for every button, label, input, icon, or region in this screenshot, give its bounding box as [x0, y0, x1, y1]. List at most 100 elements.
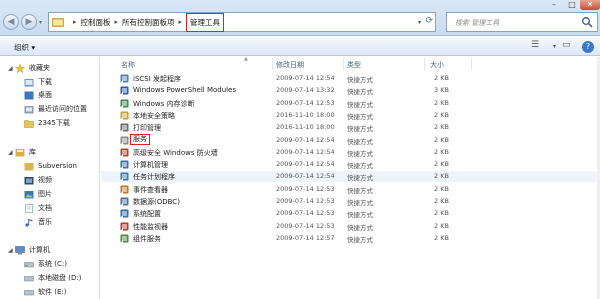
- recent-places-icon: [24, 105, 34, 114]
- change-view-icon[interactable]: ☰: [531, 40, 539, 50]
- sidebar-item-drive-c[interactable]: 系统 (C:): [24, 258, 67, 270]
- file-row[interactable]: 事件查看器 2009-07-14 12:53 快捷方式 2 KB: [101, 184, 600, 195]
- column-size[interactable]: 大小: [430, 60, 444, 70]
- control-panel-icon: [52, 18, 64, 27]
- sidebar-item-2345[interactable]: 2345下载: [24, 117, 70, 129]
- column-date[interactable]: 修改日期: [276, 60, 304, 70]
- file-name: 计算机管理: [133, 161, 168, 170]
- minimize-button[interactable]: –: [545, 0, 563, 10]
- sidebar-item-drive-e[interactable]: 软件 (E:): [24, 286, 66, 298]
- file-row[interactable]: 数据源(ODBC) 2009-07-14 12:53 快捷方式 2 KB: [101, 196, 600, 207]
- file-size: 2 KB: [434, 172, 449, 181]
- column-divider[interactable]: [343, 58, 344, 70]
- view-dropdown-icon[interactable]: ▾: [553, 43, 556, 50]
- file-row[interactable]: Windows 内存诊断 2009-07-14 12:53 快捷方式 2 KB: [101, 98, 600, 109]
- column-divider[interactable]: [272, 58, 273, 70]
- address-bar-area: – □ ✕ ◀ ▶ ▾ ▸ 控制面板 ▸ 所有控制面板项 ▸ 管理工具 ▾ ⟳ …: [0, 0, 600, 36]
- file-date: 2016-11-10 18:00: [276, 123, 335, 132]
- breadcrumb-separator[interactable]: ▸: [115, 18, 119, 26]
- search-input[interactable]: 搜索 管理工具: [446, 12, 598, 32]
- file-size: 2 KB: [434, 221, 449, 230]
- expand-arrow-icon[interactable]: ◢: [8, 149, 13, 156]
- search-icon[interactable]: [581, 16, 593, 28]
- file-name: 服务: [130, 133, 150, 145]
- drive-icon: [24, 288, 34, 297]
- help-icon[interactable]: ?: [582, 41, 594, 53]
- sidebar-item-documents[interactable]: 文档: [24, 202, 52, 214]
- memory-diagnostic-icon: [120, 99, 129, 108]
- file-name: Windows PowerShell Modules: [133, 86, 237, 95]
- sidebar-item-subversion[interactable]: Subversion: [24, 160, 77, 172]
- file-date: 2009-07-14 12:54: [276, 160, 335, 169]
- sidebar-item-music[interactable]: 音乐: [24, 216, 52, 228]
- file-row[interactable]: Windows PowerShell Modules 2009-07-14 13:…: [101, 85, 600, 96]
- file-row[interactable]: 计算机管理 2009-07-14 12:54 快捷方式 2 KB: [101, 159, 600, 170]
- address-bar[interactable]: ▸ 控制面板 ▸ 所有控制面板项 ▸ 管理工具 ▾ ⟳: [48, 12, 436, 32]
- column-divider[interactable]: [471, 58, 472, 70]
- file-row[interactable]: 系统配置 2009-07-14 12:53 快捷方式 2 KB: [101, 208, 600, 219]
- file-row[interactable]: 本地安全策略 2016-11-10 18:00 快捷方式 2 KB: [101, 110, 600, 121]
- navigation-pane: ◢ 收藏夹 下载 桌面 最近访问的位置 2345下载 ◢ 库 Subversio…: [0, 57, 100, 299]
- sidebar-item-label: 视频: [38, 176, 52, 184]
- sidebar-item-label: 图片: [38, 190, 52, 198]
- address-dropdown-icon[interactable]: ▾: [418, 19, 421, 26]
- organize-menu[interactable]: 组织 ▾: [14, 42, 35, 53]
- file-row[interactable]: 高级安全 Windows 防火墙 2009-07-14 12:54 快捷方式 2 KB: [101, 147, 600, 158]
- file-size: 2 KB: [434, 110, 449, 119]
- breadcrumb-all-items[interactable]: 所有控制面板项: [122, 17, 175, 28]
- star-icon: [14, 62, 26, 73]
- back-button[interactable]: ◀: [3, 14, 19, 30]
- maximize-button[interactable]: □: [563, 0, 581, 10]
- firewall-icon: [120, 148, 129, 157]
- sidebar-item-downloads[interactable]: 下载: [24, 76, 52, 88]
- sidebar-item-drive-d[interactable]: 本地磁盘 (D:): [24, 272, 81, 284]
- sidebar-item-label: Subversion: [38, 162, 77, 170]
- close-button[interactable]: ✕: [580, 0, 600, 10]
- sidebar-item-recent[interactable]: 最近访问的位置: [24, 103, 87, 115]
- forward-button[interactable]: ▶: [21, 14, 37, 30]
- file-row[interactable]: 组件服务 2009-07-14 12:57 快捷方式 2 KB: [101, 233, 600, 244]
- sidebar-favorites[interactable]: 收藏夹: [14, 62, 50, 74]
- file-type: 快捷方式: [347, 211, 373, 220]
- sidebar-computer[interactable]: 计算机: [15, 244, 50, 256]
- column-divider[interactable]: [424, 58, 425, 70]
- file-row[interactable]: 打印管理 2016-11-10 18:00 快捷方式 2 KB: [101, 122, 600, 133]
- file-name: 本地安全策略: [133, 111, 175, 120]
- music-icon: [24, 218, 34, 227]
- file-type: 快捷方式: [347, 199, 373, 207]
- folder-icon: [24, 119, 34, 128]
- file-size: 2 KB: [434, 184, 449, 193]
- column-type[interactable]: 类型: [347, 60, 361, 70]
- sidebar-libraries[interactable]: 库: [15, 146, 36, 158]
- file-name: 组件服务: [133, 234, 161, 243]
- breadcrumb-separator[interactable]: ▸: [179, 18, 183, 26]
- computer-icon: [15, 245, 25, 255]
- refresh-icon[interactable]: ⟳: [425, 16, 433, 26]
- sidebar-item-desktop[interactable]: 桌面: [24, 89, 52, 101]
- column-name[interactable]: 名称: [121, 60, 135, 70]
- file-type: 快捷方式: [347, 149, 373, 158]
- sidebar-item-label: 文档: [38, 204, 52, 212]
- file-row[interactable]: 性能监视器 2009-07-14 12:53 快捷方式 2 KB: [101, 221, 600, 232]
- expand-arrow-icon[interactable]: ◢: [8, 247, 13, 254]
- file-row[interactable]: iSCSI 发起程序 2009-07-14 12:54 快捷方式 2 KB: [101, 73, 600, 84]
- odbc-icon: [120, 197, 129, 206]
- sidebar-item-label: 音乐: [38, 218, 52, 226]
- sidebar-item-pictures[interactable]: 图片: [24, 188, 52, 200]
- file-row[interactable]: 任务计划程序 2009-07-14 12:54 快捷方式 2 KB: [101, 171, 600, 183]
- sidebar-item-label: 下载: [38, 78, 52, 86]
- sidebar-item-videos[interactable]: 视频: [24, 174, 52, 186]
- powershell-icon: [120, 86, 129, 95]
- file-name: 数据源(ODBC): [133, 198, 180, 206]
- recent-pages-dropdown[interactable]: ▾: [39, 19, 46, 26]
- file-type: 快捷方式: [347, 88, 373, 97]
- expand-arrow-icon[interactable]: ◢: [8, 65, 13, 72]
- preview-pane-icon[interactable]: ▭: [562, 40, 571, 50]
- breadcrumb-control-panel[interactable]: 控制面板: [81, 17, 111, 28]
- file-date: 2009-07-14 12:53: [276, 197, 335, 205]
- file-date: 2009-07-14 12:54: [276, 135, 335, 144]
- file-row[interactable]: 服务 2009-07-14 12:54 快捷方式 2 KB: [101, 133, 600, 146]
- breadcrumb-separator: ▸: [73, 18, 77, 26]
- file-date: 2009-07-14 12:54: [276, 74, 335, 82]
- breadcrumb-current[interactable]: 管理工具: [186, 12, 225, 32]
